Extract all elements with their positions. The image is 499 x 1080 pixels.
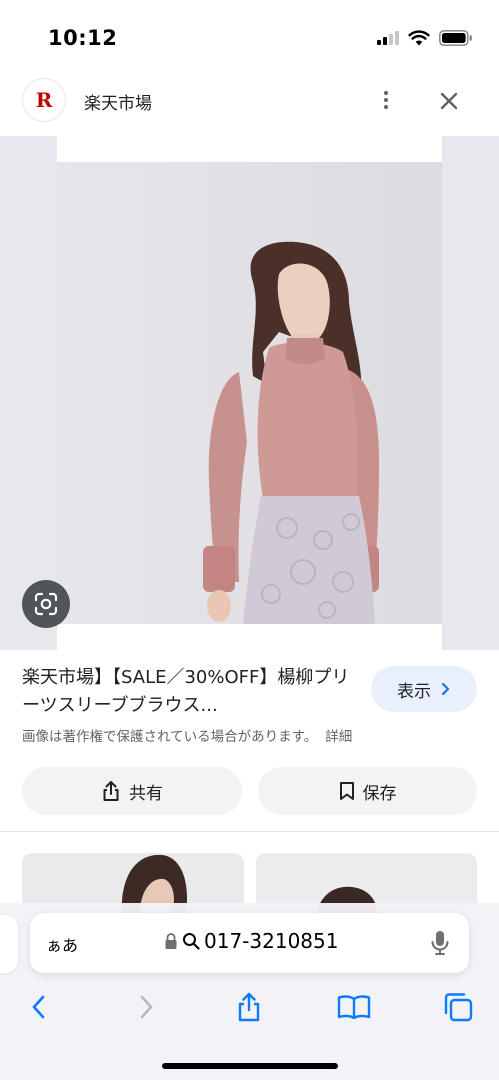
save-button[interactable]: 保存 xyxy=(258,767,477,815)
lens-icon xyxy=(34,592,58,616)
product-image[interactable] xyxy=(57,162,442,624)
lens-button[interactable] xyxy=(22,580,70,628)
bookmark-icon xyxy=(339,782,354,800)
divider xyxy=(0,831,499,832)
tabs-icon[interactable] xyxy=(440,989,476,1025)
microphone-icon[interactable] xyxy=(430,929,450,957)
copyright-notice: 画像は著作権で保護されている場合があります。 詳細 xyxy=(22,725,352,745)
site-header: R 楽天市場 xyxy=(0,72,499,136)
status-bar: 10:12 xyxy=(0,0,499,72)
back-icon[interactable] xyxy=(21,989,57,1025)
status-icons xyxy=(377,30,473,46)
share-label: 共有 xyxy=(129,783,163,804)
image-preview-area xyxy=(0,136,499,650)
site-name[interactable]: 楽天市場 xyxy=(84,89,152,114)
signal-icon xyxy=(377,31,399,45)
battery-icon xyxy=(439,30,472,46)
status-time: 10:12 xyxy=(48,26,118,50)
previous-tab-peek[interactable] xyxy=(0,915,18,973)
search-icon xyxy=(183,933,200,950)
view-button[interactable]: 表示 xyxy=(371,666,477,712)
more-vert-icon[interactable] xyxy=(372,86,400,114)
wifi-icon xyxy=(408,30,430,46)
bookmarks-icon[interactable] xyxy=(336,989,372,1025)
copyright-text: 画像は著作権で保護されている場合があります。 xyxy=(22,729,318,745)
url-group[interactable]: 017-3210851 xyxy=(164,929,338,953)
lock-icon xyxy=(165,933,177,949)
share-button[interactable]: 共有 xyxy=(22,767,242,815)
view-button-label: 表示 xyxy=(397,681,431,702)
browser-toolbar xyxy=(0,985,499,1031)
url-text[interactable]: 017-3210851 xyxy=(204,929,338,953)
site-logo-letter: R xyxy=(35,88,53,112)
browser-bottom-bar: ぁあ 017-3210851 xyxy=(0,903,499,1080)
image-frame xyxy=(57,136,442,650)
chevron-right-icon xyxy=(441,682,450,696)
site-logo[interactable]: R xyxy=(22,78,66,122)
save-label: 保存 xyxy=(362,783,397,804)
address-bar[interactable]: ぁあ 017-3210851 xyxy=(30,913,469,973)
home-indicator xyxy=(162,1063,338,1069)
result-title[interactable]: 楽天市場】【SALE／30%OFF】楊柳プリーツスリーブブラウス... xyxy=(22,664,362,720)
share-page-icon[interactable] xyxy=(231,989,267,1025)
text-size-button[interactable]: ぁあ xyxy=(46,932,78,956)
share-icon xyxy=(103,781,119,801)
close-icon[interactable] xyxy=(434,86,464,116)
details-link[interactable]: 詳細 xyxy=(325,729,352,745)
forward-icon[interactable] xyxy=(128,989,164,1025)
